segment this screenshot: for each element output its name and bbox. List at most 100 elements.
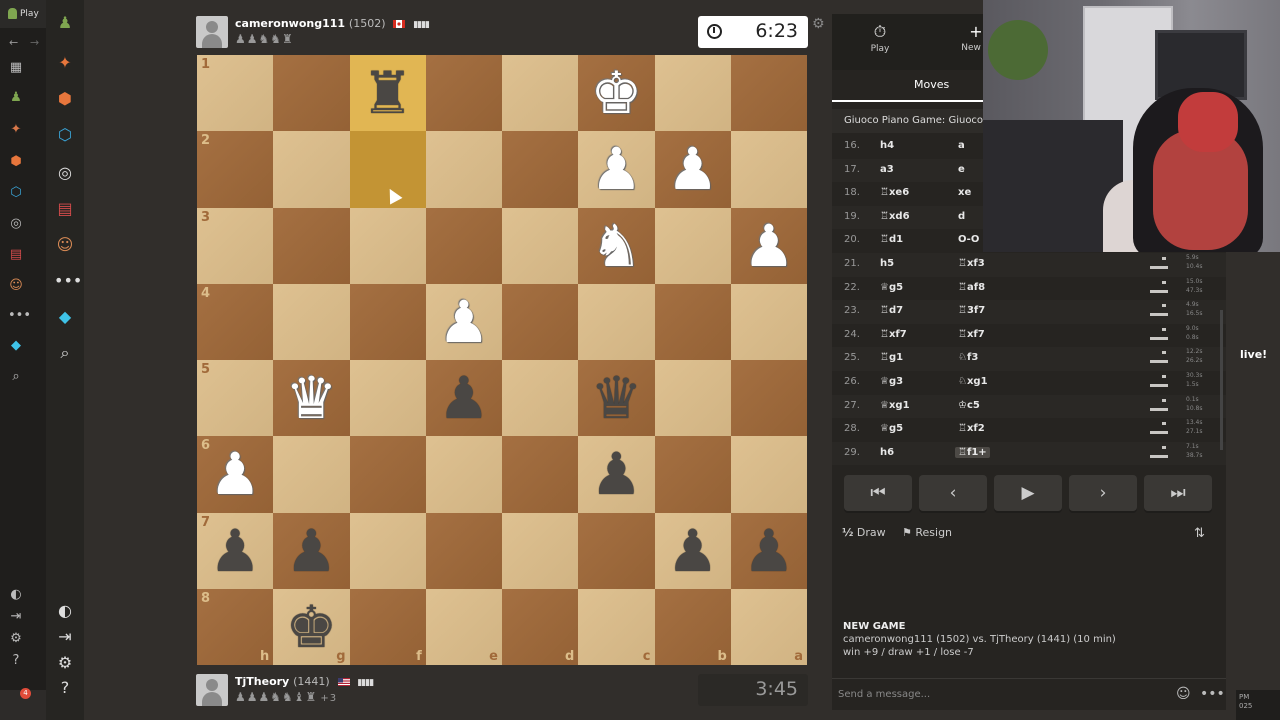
square-e5[interactable]: ♟ [425,360,502,437]
diamond-icon[interactable]: ◆ [8,338,24,354]
chess-piece[interactable]: ♟ [426,360,502,436]
square-d6[interactable] [502,436,579,513]
watch-icon[interactable]: ◎ [8,216,24,232]
square-h8[interactable]: 8h [197,588,274,665]
social-icon[interactable]: ☺ [54,234,76,256]
black-move[interactable]: xe [958,187,971,198]
board-settings-gear-icon[interactable]: ⚙ [812,16,825,32]
black-move[interactable]: O-O [958,234,979,245]
square-d3[interactable] [502,207,579,284]
chess-piece[interactable]: ♟ [197,513,273,589]
puzzles-icon[interactable]: ✦ [54,52,76,74]
white-move[interactable]: a3 [880,164,894,175]
square-f7[interactable] [349,512,426,589]
square-b3[interactable] [654,207,731,284]
square-d2[interactable] [502,131,579,208]
chess-piece[interactable]: ♟ [273,513,349,589]
square-b8[interactable]: b [654,588,731,665]
square-e7[interactable] [425,512,502,589]
square-a6[interactable] [730,436,807,513]
square-d5[interactable] [502,360,579,437]
more-icon[interactable]: ••• [54,270,82,292]
black-move[interactable]: ♘xg1 [958,376,988,387]
chess-piece[interactable]: ♟ [655,131,731,207]
avatar[interactable] [196,674,228,706]
watch-binoculars-icon[interactable]: ◎ [54,162,76,184]
square-e2[interactable] [425,131,502,208]
chess-piece[interactable]: ♟ [426,284,502,360]
square-g2[interactable] [273,131,350,208]
settings-gear-icon[interactable]: ⚙ [54,652,76,674]
collapse-sidebar-icon[interactable]: ⇥ [54,626,76,648]
back-arrow-icon[interactable]: ← [9,36,18,49]
chess-piece[interactable]: ♚ [273,589,349,665]
square-a4[interactable] [730,283,807,360]
chess-piece[interactable]: ♜ [350,55,426,131]
square-e8[interactable]: e [425,588,502,665]
square-d8[interactable]: d [502,588,579,665]
browser-tab[interactable]: Play [0,0,46,28]
square-e4[interactable]: ♟ [425,283,502,360]
search-icon[interactable]: ⌕ [8,369,24,385]
flip-board-icon[interactable]: ⇅ [1194,526,1205,541]
black-move[interactable]: ♖xf3 [958,258,985,269]
square-e6[interactable] [425,436,502,513]
white-move[interactable]: ♖g1 [880,352,903,363]
next-move-button[interactable]: › [1069,475,1137,511]
chess-piece[interactable]: ♛ [578,360,654,436]
black-move[interactable]: d [958,211,965,222]
square-f6[interactable] [349,436,426,513]
play-pawn-icon[interactable]: ♟ [54,12,76,34]
black-move[interactable]: ♘f3 [958,352,978,363]
tab-play[interactable]: ⏱ Play [832,22,928,54]
chess-piece[interactable]: ♟ [197,436,273,512]
square-b5[interactable] [654,360,731,437]
square-h3[interactable]: 3 [197,207,274,284]
help-icon[interactable]: ? [8,653,24,669]
square-c5[interactable]: ♛ [578,360,655,437]
square-g3[interactable] [273,207,350,284]
white-move[interactable]: ♖xd6 [880,211,910,222]
settings-gear-icon[interactable]: ⚙ [8,631,24,647]
square-f5[interactable] [349,360,426,437]
square-e3[interactable] [425,207,502,284]
white-move[interactable]: ♖xe6 [880,187,909,198]
chess-piece[interactable]: ♚ [578,55,654,131]
help-icon[interactable]: ? [54,677,76,699]
square-h2[interactable]: 2 [197,131,274,208]
square-f8[interactable]: f [349,588,426,665]
square-h4[interactable]: 4 [197,283,274,360]
square-g5[interactable]: ♛ [273,360,350,437]
square-c1[interactable]: ♚ [578,55,655,132]
square-c8[interactable]: c [578,588,655,665]
white-move[interactable]: ♕g3 [880,376,903,387]
square-g7[interactable]: ♟ [273,512,350,589]
black-move[interactable]: ♖xf7 [958,329,985,340]
chess-piece[interactable]: ♛ [273,360,349,436]
chess-piece[interactable]: ♞ [578,208,654,284]
square-b4[interactable] [654,283,731,360]
square-a7[interactable]: ♟ [730,512,807,589]
square-f4[interactable] [349,283,426,360]
chess-piece[interactable]: ♟ [578,436,654,512]
play-moves-button[interactable]: ▶ [994,475,1062,511]
chess-piece[interactable]: ♟ [655,513,731,589]
draw-button[interactable]: ½ Draw [842,526,886,539]
theme-icon[interactable]: ◐ [8,587,24,603]
white-move[interactable]: ♖d7 [880,305,903,316]
avatar[interactable] [196,16,228,48]
square-b7[interactable]: ♟ [654,512,731,589]
square-f1[interactable]: ♜ [349,55,426,132]
search-icon[interactable]: ⌕ [54,342,76,364]
emoji-icon[interactable]: ☺ [1176,686,1191,702]
square-h6[interactable]: 6 ♟ [197,436,274,513]
white-move[interactable]: ♕g5 [880,423,903,434]
social-icon[interactable]: ☺ [8,278,24,294]
white-move[interactable]: ♖xf7 [880,329,907,340]
learn-icon[interactable]: ⬢ [54,88,76,110]
black-move[interactable]: ♖af8 [958,282,985,293]
bottom-player-name[interactable]: TjTheory (1441) ▮▮▮▮ [235,675,374,688]
square-g4[interactable] [273,283,350,360]
collapse-icon[interactable]: ⇥ [8,609,24,625]
white-move[interactable]: ♕g5 [880,282,903,293]
